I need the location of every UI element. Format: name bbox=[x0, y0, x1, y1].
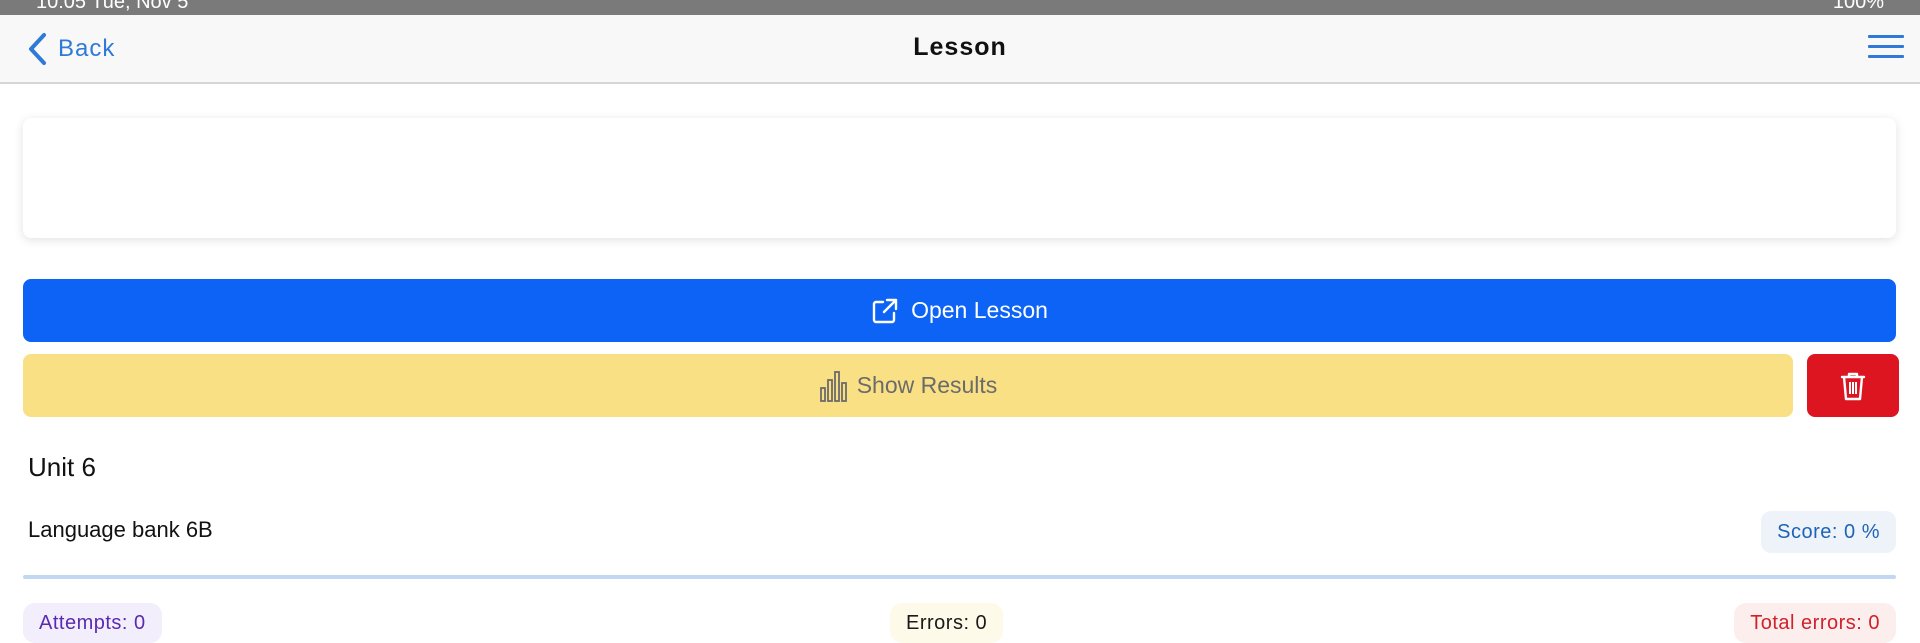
hamburger-menu-icon[interactable] bbox=[1868, 35, 1904, 63]
open-lesson-label: Open Lesson bbox=[911, 297, 1048, 323]
bar-chart-icon bbox=[819, 370, 847, 402]
page-title: Lesson bbox=[913, 33, 1007, 61]
status-time: 10:05 Tue, Nov 5 bbox=[36, 0, 189, 13]
open-lesson-button[interactable]: Open Lesson bbox=[23, 279, 1896, 342]
errors-badge: Errors: 0 bbox=[890, 603, 1004, 643]
lesson-preview-card bbox=[23, 118, 1896, 238]
score-badge: Score: 0 % bbox=[1761, 511, 1896, 553]
total-errors-badge: Total errors: 0 bbox=[1734, 603, 1896, 643]
delete-button[interactable] bbox=[1807, 354, 1899, 417]
status-battery: 100% bbox=[1832, 0, 1884, 13]
show-results-label: Show Results bbox=[856, 372, 998, 398]
navigation-bar: Back Lesson bbox=[0, 15, 1920, 84]
unit-title: Unit 6 bbox=[28, 452, 96, 482]
show-results-button[interactable]: Show Results bbox=[23, 354, 1793, 417]
progress-bar bbox=[23, 575, 1896, 579]
trash-icon bbox=[1840, 372, 1866, 400]
lesson-name: Language bank 6B bbox=[28, 517, 213, 542]
external-link-icon bbox=[872, 298, 898, 323]
attempts-badge: Attempts: 0 bbox=[23, 603, 162, 643]
status-bar: 10:05 Tue, Nov 5 100% bbox=[0, 0, 1920, 15]
